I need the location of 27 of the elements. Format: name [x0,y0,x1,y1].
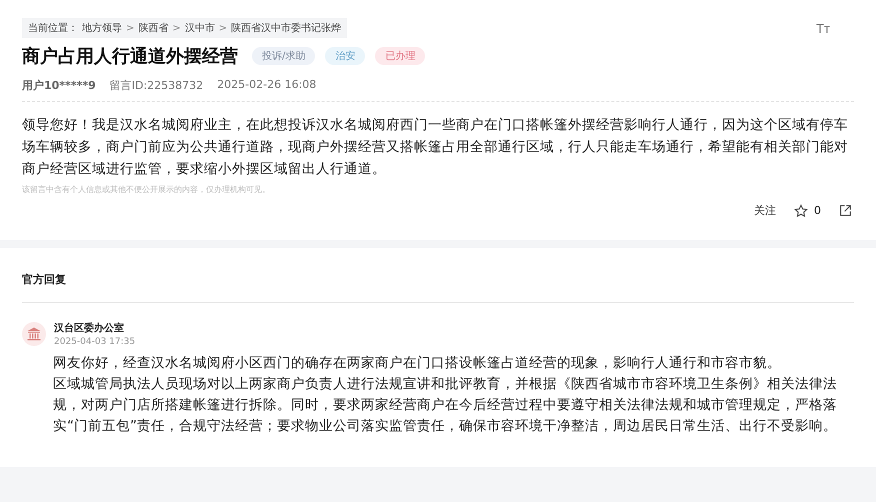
message-id: 留言ID:22538732 [110,78,204,93]
post-time: 2025-02-26 16:08 [217,78,316,93]
follow-link[interactable]: 关注 [754,203,776,218]
breadcrumb-separator: > [218,22,228,34]
breadcrumb-link[interactable]: 汉中市 [184,21,215,35]
breadcrumb-link[interactable]: 地方领导 [82,21,122,35]
star-icon[interactable] [794,204,808,218]
breadcrumb-separator: > [172,22,181,34]
government-building-icon [22,322,46,346]
breadcrumb-link[interactable]: 陕西省 [138,21,168,35]
user-name: 用户10*****9 [22,78,96,93]
breadcrumb-label: 当前位置： [28,22,78,35]
reply-paragraph: 区域城管局执法人员现场对以上两家商户负责人进行法规宣讲和批评教育，并根据《陕西省城市市容环境卫生条例》相关法律法规，对两户门店所搭建帐篷进行拆除。同时，要求两家经营商户在今后经营过程中要遵守相关法律法规和城市管理规定，严格落实“门前五包”责任，合规守法经营；要求物业公司落实监管责任，确保市容环境干净整洁，周边居民日常生活、出行不受影响。 [53,375,838,436]
section-heading: 官方回复 [22,272,854,303]
message-body: 领导您好！我是汉水名城阅府业主，在此想投诉汉水名城阅府西门一些商户在门口搭帐篷外摆经营影响行人通行，因为这个区域有停车场车辆较多，商户门前应为公共通行道路，现商户外摆经营又搭帐篷占用全部通行区域，行人只能走车场通行，希望能有相关部门能对商户经营区域进行监管，要求缩小外摆区域留出人行通道。 [22,116,849,179]
tag: 治安 [325,47,366,65]
breadcrumb-link[interactable]: 陕西省汉中市委书记张烨 [231,21,342,35]
reply-paragraph: 网友你好，经查汉水名城阅府小区西门的确存在两家商户在门口搭设帐篷占道经营的现象，影响行人通行和市容市貌。 [53,354,782,373]
reply-time: 2025-04-03 17:35 [54,337,136,347]
tag: 投诉/求助 [252,47,316,65]
privacy-note: 该留言中含有个人信息或其他不便公开展示的内容，仅办理机构可见。 [22,184,271,195]
breadcrumb-separator: > [126,22,134,34]
tag: 已办理 [375,47,426,65]
page-title: 商户占用人行通道外摆经营 [22,45,238,68]
share-icon[interactable] [839,204,852,217]
like-count: 0 [814,204,821,217]
office-name: 汉台区委办公室 [54,321,125,335]
